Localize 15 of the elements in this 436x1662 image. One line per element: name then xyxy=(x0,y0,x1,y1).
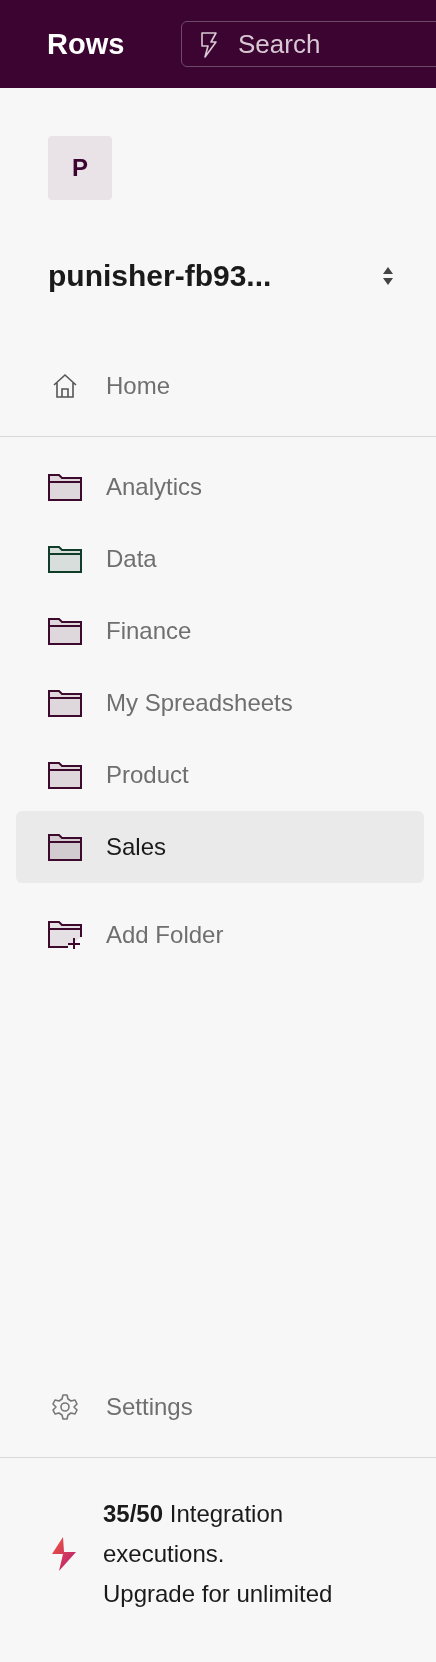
home-link[interactable]: Home xyxy=(16,350,424,422)
logo[interactable]: Rows xyxy=(47,27,181,61)
folder-item[interactable]: Data xyxy=(16,523,424,595)
settings-link[interactable]: Settings xyxy=(16,1371,424,1443)
workspace-switcher[interactable]: punisher-fb93... xyxy=(48,248,394,304)
add-folder-button[interactable]: Add Folder xyxy=(16,899,424,971)
folder-item[interactable]: My Spreadsheets xyxy=(16,667,424,739)
folder-item[interactable]: Finance xyxy=(16,595,424,667)
search-field[interactable]: Search xyxy=(181,21,436,67)
usage-text: 35/50 Integration executions. xyxy=(103,1499,285,1569)
folder-item[interactable]: Analytics xyxy=(16,451,424,523)
folder-item[interactable]: Product xyxy=(16,739,424,811)
workspace-avatar: P xyxy=(48,136,112,200)
upgrade-link[interactable]: Upgrade for unlimited xyxy=(103,1574,393,1614)
folder-item[interactable]: Sales xyxy=(16,811,424,883)
